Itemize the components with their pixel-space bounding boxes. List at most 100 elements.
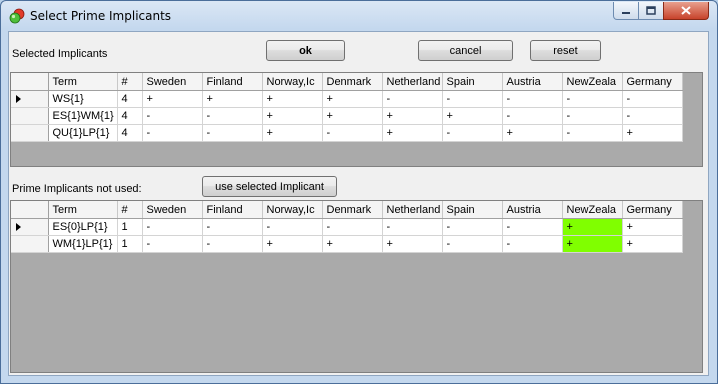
table-cell[interactable]: -: [142, 124, 203, 142]
table-cell[interactable]: +: [622, 124, 683, 142]
table-cell[interactable]: QU{1}LP{1}: [48, 124, 118, 142]
minimize-button[interactable]: [613, 2, 639, 20]
maximize-button[interactable]: [638, 2, 664, 20]
app-icon: [9, 8, 25, 24]
table-cell[interactable]: +: [562, 235, 623, 253]
column-header[interactable]: Spain: [442, 201, 503, 219]
column-header[interactable]: Norway,Ic: [262, 201, 323, 219]
column-header[interactable]: Germany: [622, 201, 683, 219]
table-cell[interactable]: -: [622, 90, 683, 108]
reset-button[interactable]: reset: [530, 40, 601, 61]
table-cell[interactable]: ES{0}LP{1}: [48, 218, 118, 236]
table-cell[interactable]: -: [442, 218, 503, 236]
table-cell[interactable]: -: [142, 107, 203, 125]
column-header[interactable]: #: [117, 201, 143, 219]
table-cell[interactable]: -: [442, 90, 503, 108]
table-row[interactable]: QU{1}LP{1} 4- - + - + - + - +: [11, 124, 683, 142]
column-header[interactable]: Term: [48, 73, 118, 91]
column-header[interactable]: Netherland: [382, 73, 443, 91]
table-cell[interactable]: +: [442, 107, 503, 125]
table-cell[interactable]: 4: [117, 124, 143, 142]
table-cell[interactable]: +: [262, 107, 323, 125]
table-row[interactable]: ES{1}WM{1} 4- - + + + + - - -: [11, 107, 683, 125]
table-cell[interactable]: +: [382, 235, 443, 253]
table-cell[interactable]: -: [142, 235, 203, 253]
table-cell[interactable]: -: [562, 107, 623, 125]
table-cell[interactable]: +: [262, 90, 323, 108]
column-header[interactable]: Denmark: [322, 73, 383, 91]
corner-header-cell: [11, 73, 49, 91]
table-cell[interactable]: 1: [117, 218, 143, 236]
table-cell[interactable]: -: [442, 235, 503, 253]
table-cell[interactable]: ES{1}WM{1}: [48, 107, 118, 125]
row-header-cell[interactable]: [11, 218, 49, 236]
table-cell[interactable]: 4: [117, 90, 143, 108]
cancel-button[interactable]: cancel: [418, 40, 513, 61]
table-cell[interactable]: -: [202, 218, 263, 236]
table-cell[interactable]: +: [622, 218, 683, 236]
table-cell[interactable]: -: [382, 218, 443, 236]
table-cell[interactable]: +: [622, 235, 683, 253]
table-cell[interactable]: +: [262, 235, 323, 253]
table-cell[interactable]: +: [382, 124, 443, 142]
table-cell[interactable]: -: [562, 90, 623, 108]
close-button[interactable]: [663, 2, 709, 20]
table-cell[interactable]: WM{1}LP{1}: [48, 235, 118, 253]
column-header[interactable]: Finland: [202, 73, 263, 91]
column-header[interactable]: Netherland: [382, 201, 443, 219]
table-cell[interactable]: -: [622, 107, 683, 125]
table-cell[interactable]: -: [322, 124, 383, 142]
table-cell[interactable]: +: [322, 235, 383, 253]
column-header[interactable]: Term: [48, 201, 118, 219]
column-header[interactable]: Austria: [502, 73, 563, 91]
column-header[interactable]: Finland: [202, 201, 263, 219]
column-header[interactable]: NewZeala: [562, 201, 623, 219]
table-cell[interactable]: +: [562, 218, 623, 236]
table-cell[interactable]: +: [202, 90, 263, 108]
selected-implicants-grid[interactable]: Term # Sweden Finland Norway,Ic Denmark Nether…: [10, 72, 703, 167]
table-cell[interactable]: WS{1}: [48, 90, 118, 108]
table-cell[interactable]: -: [502, 218, 563, 236]
table-cell[interactable]: -: [262, 218, 323, 236]
table-cell[interactable]: -: [202, 107, 263, 125]
table-cell[interactable]: -: [322, 218, 383, 236]
column-header[interactable]: Spain: [442, 73, 503, 91]
table-cell[interactable]: +: [502, 124, 563, 142]
row-header-cell[interactable]: [11, 107, 49, 125]
table-cell[interactable]: -: [502, 235, 563, 253]
ok-button[interactable]: ok: [266, 40, 345, 61]
client-area: Selected Implicants ok cancel reset Term…: [8, 31, 709, 376]
table-cell[interactable]: -: [202, 235, 263, 253]
table-cell[interactable]: +: [142, 90, 203, 108]
table-cell[interactable]: -: [202, 124, 263, 142]
table-cell[interactable]: -: [442, 124, 503, 142]
use-selected-implicant-button[interactable]: use selected Implicant: [202, 176, 337, 197]
column-header[interactable]: Austria: [502, 201, 563, 219]
table-cell[interactable]: -: [382, 90, 443, 108]
table-cell[interactable]: +: [322, 107, 383, 125]
column-header[interactable]: Sweden: [142, 73, 203, 91]
column-header[interactable]: NewZeala: [562, 73, 623, 91]
row-header-cell[interactable]: [11, 90, 49, 108]
table-cell[interactable]: -: [502, 107, 563, 125]
column-header[interactable]: Germany: [622, 73, 683, 91]
table-cell[interactable]: +: [382, 107, 443, 125]
table-cell[interactable]: -: [502, 90, 563, 108]
table-cell[interactable]: -: [562, 124, 623, 142]
column-header[interactable]: Sweden: [142, 201, 203, 219]
table-cell[interactable]: -: [142, 218, 203, 236]
table-cell[interactable]: +: [322, 90, 383, 108]
table-cell[interactable]: +: [262, 124, 323, 142]
table-cell[interactable]: 1: [117, 235, 143, 253]
row-header-cell[interactable]: [11, 124, 49, 142]
table-cell[interactable]: 4: [117, 107, 143, 125]
column-header[interactable]: Norway,Ic: [262, 73, 323, 91]
table-row[interactable]: WS{1} 4 + + + + - - - - -: [11, 90, 683, 108]
table-row[interactable]: ES{0}LP{1} 1- - - - - - - + +: [11, 218, 683, 236]
column-header[interactable]: Denmark: [322, 201, 383, 219]
table-row[interactable]: WM{1}LP{1} 1- - + + + - - + +: [11, 235, 683, 253]
title-bar[interactable]: Select Prime Implicants: [1, 1, 717, 31]
unused-implicants-grid[interactable]: Term # Sweden Finland Norway,Ic Denmark Nether…: [10, 200, 703, 373]
row-header-cell[interactable]: [11, 235, 49, 253]
column-header[interactable]: #: [117, 73, 143, 91]
